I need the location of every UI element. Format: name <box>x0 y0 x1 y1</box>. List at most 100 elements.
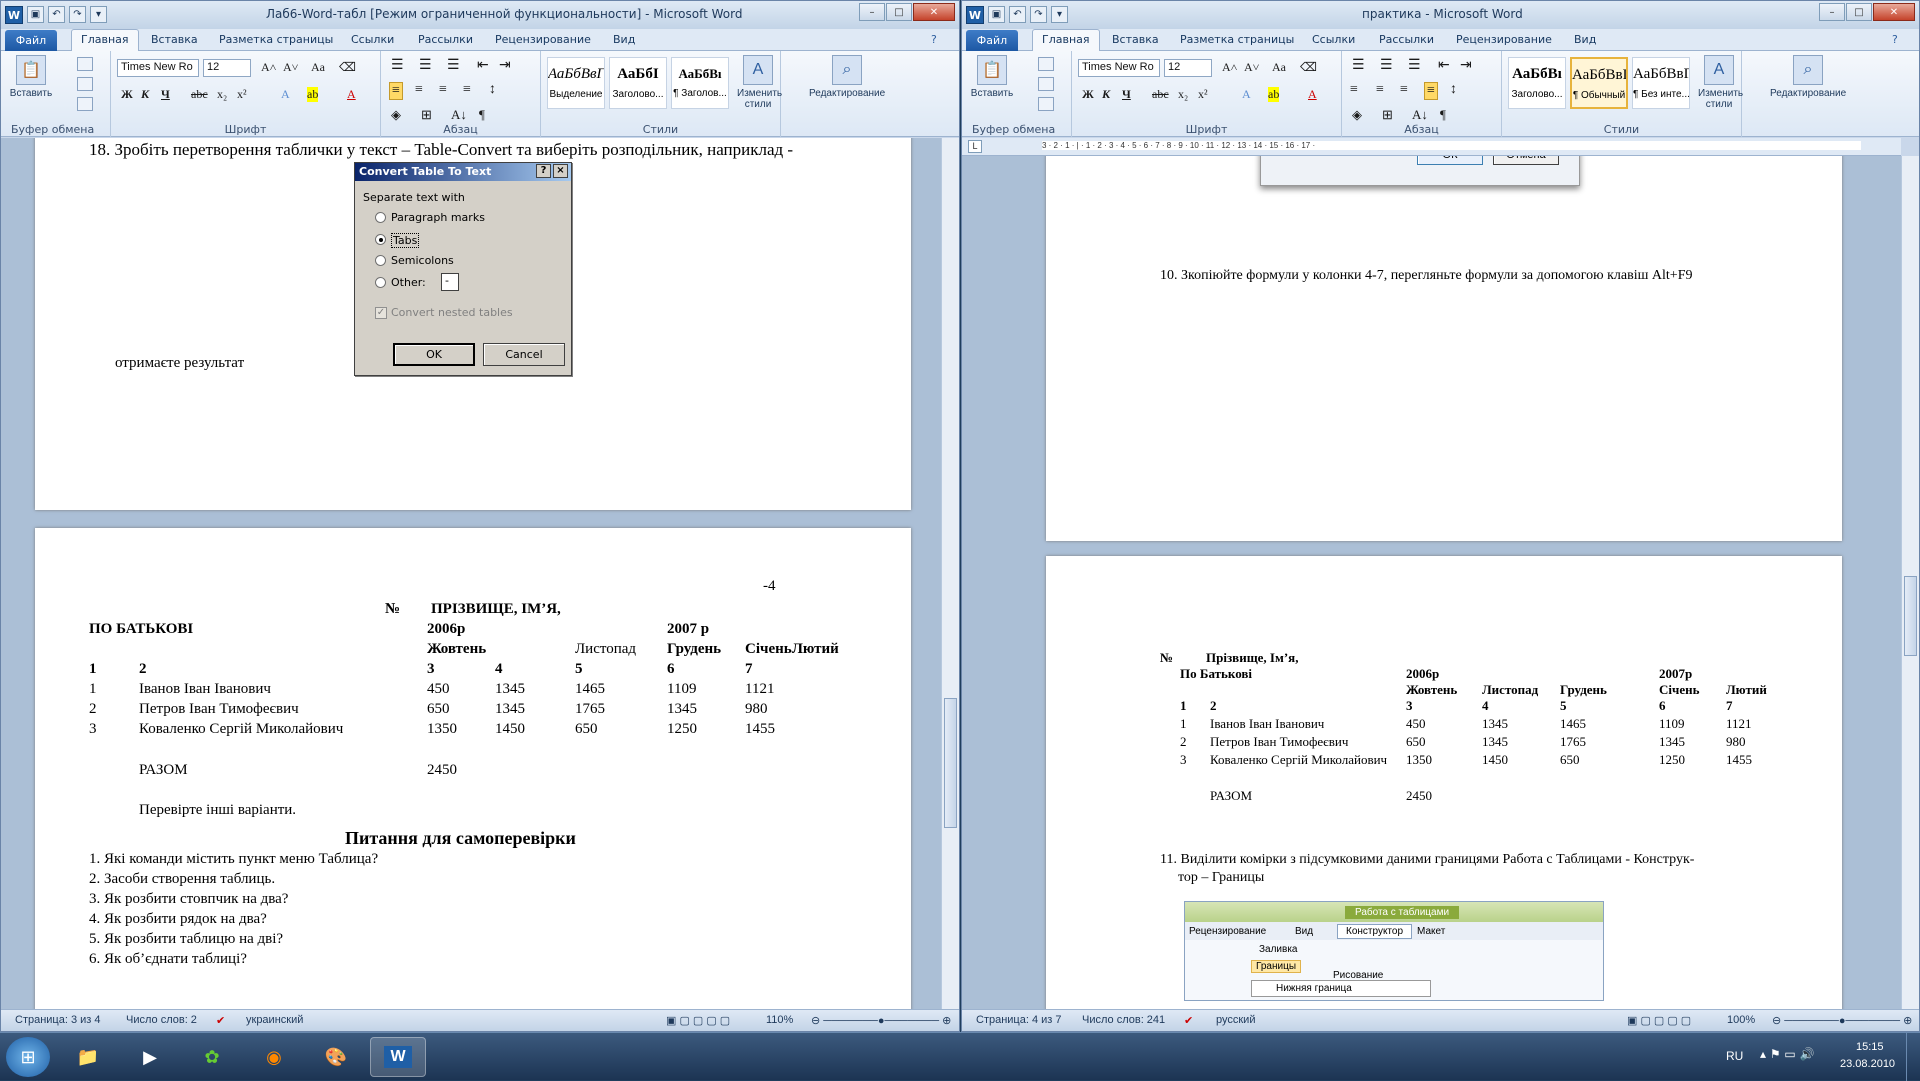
redo-icon[interactable]: ↷ <box>1030 6 1047 23</box>
tab-review[interactable]: Рецензирование <box>495 33 591 46</box>
align-left-icon[interactable]: ≡ <box>389 82 403 100</box>
decrease-indent-icon[interactable]: ⇤ <box>1438 57 1450 74</box>
editing-button[interactable]: ⌕ Редактирование <box>1770 55 1846 99</box>
font-name-field[interactable]: Times New Ro <box>117 59 199 77</box>
change-styles-button[interactable]: A Изменить стили <box>1698 55 1743 110</box>
help-button[interactable]: ? <box>536 164 551 178</box>
tab-insert[interactable]: Вставка <box>1112 33 1159 46</box>
align-center-icon[interactable]: ≡ <box>415 82 423 98</box>
italic-icon[interactable]: К <box>141 87 149 102</box>
underline-icon[interactable]: Ч <box>161 87 170 102</box>
style-item[interactable]: АаБбВı Заголово... <box>1508 57 1566 109</box>
style-item[interactable]: АаБбВı ¶ Заголов... <box>671 57 729 109</box>
font-size-field[interactable]: 12 <box>203 59 251 77</box>
grow-font-icon[interactable]: A˄ <box>261 60 276 75</box>
paint-icon[interactable]: 🎨 <box>308 1037 364 1077</box>
paragraph-marks-radio[interactable] <box>375 212 386 223</box>
language-indicator[interactable]: русский <box>1216 1014 1255 1026</box>
editing-button[interactable]: ⌕ Редактирование <box>809 55 885 99</box>
horizontal-ruler[interactable]: L 3 · 2 · 1 · | · 1 · 2 · 3 · 4 · 5 · 6 … <box>962 138 1901 156</box>
document-area[interactable]: ОК Отмена 10. Зкопіюйте формули у колонк… <box>962 156 1901 1011</box>
text-effects-icon[interactable]: A <box>1242 87 1251 102</box>
paste-button[interactable]: 📋 Вставить <box>9 55 53 99</box>
start-button[interactable]: ⊞ <box>6 1037 50 1077</box>
close-icon[interactable]: ✕ <box>1873 3 1915 21</box>
tab-review[interactable]: Рецензирование <box>1456 33 1552 46</box>
cut-icon[interactable] <box>77 57 93 71</box>
grow-font-icon[interactable]: A˄ <box>1222 60 1237 75</box>
maximize-icon[interactable]: □ <box>1846 3 1872 21</box>
shading-icon[interactable]: ◈ <box>1352 107 1362 123</box>
justify-icon[interactable]: ≡ <box>1424 82 1438 100</box>
style-item[interactable]: АаБбВвГ ¶ Без инте... <box>1632 57 1690 109</box>
word-logo-icon[interactable]: W <box>5 6 23 24</box>
borders-icon[interactable]: ⊞ <box>421 107 432 123</box>
numbering-icon[interactable]: ☰ <box>419 57 432 74</box>
clock-date[interactable]: 23.08.2010 <box>1840 1058 1895 1070</box>
subscript-icon[interactable]: x₂ <box>217 87 227 102</box>
multilevel-list-icon[interactable]: ☰ <box>447 57 460 74</box>
scrollbar-thumb[interactable] <box>1904 576 1917 656</box>
subscript-icon[interactable]: x₂ <box>1178 87 1188 102</box>
tab-view[interactable]: Вид <box>613 33 635 46</box>
zoom-slider[interactable]: ⊖ ───────●─────── ⊕ <box>1772 1014 1912 1027</box>
cut-icon[interactable] <box>1038 57 1054 71</box>
page-count[interactable]: Страница: 3 из 4 <box>15 1014 101 1026</box>
customize-qat-icon[interactable]: ▾ <box>90 6 107 23</box>
undo-icon[interactable]: ↶ <box>1009 6 1026 23</box>
tray-icons[interactable]: ▴ ⚑ ▭ 🔊 <box>1760 1047 1815 1061</box>
tab-file[interactable]: Файл <box>966 30 1018 51</box>
other-radio[interactable] <box>375 277 386 288</box>
maximize-icon[interactable]: □ <box>886 3 912 21</box>
borders-icon[interactable]: ⊞ <box>1382 107 1393 123</box>
bold-icon[interactable]: Ж <box>121 87 133 102</box>
multilevel-list-icon[interactable]: ☰ <box>1408 57 1421 74</box>
ok-button[interactable]: ОК <box>1417 156 1483 165</box>
show-marks-icon[interactable]: ¶ <box>479 107 485 123</box>
align-right-icon[interactable]: ≡ <box>1400 82 1408 98</box>
copy-icon[interactable] <box>1038 77 1054 91</box>
undo-icon[interactable]: ↶ <box>48 6 65 23</box>
bullets-icon[interactable]: ☰ <box>1352 57 1365 74</box>
dialog-close-button[interactable]: × <box>553 164 568 178</box>
tab-home[interactable]: Главная <box>1032 29 1100 52</box>
tab-page-layout[interactable]: Разметка страницы <box>1180 33 1294 46</box>
close-icon[interactable]: ✕ <box>913 3 955 21</box>
save-icon[interactable]: ▣ <box>27 6 44 23</box>
change-styles-button[interactable]: A Изменить стили <box>737 55 782 110</box>
customize-qat-icon[interactable]: ▾ <box>1051 6 1068 23</box>
media-player-icon[interactable]: ▶ <box>122 1037 178 1077</box>
copy-icon[interactable] <box>77 77 93 91</box>
italic-icon[interactable]: К <box>1102 87 1110 102</box>
style-item-selected[interactable]: АаБбВвГ ¶ Обычный <box>1570 57 1628 109</box>
tab-selector-icon[interactable]: L <box>968 140 982 153</box>
semicolons-radio[interactable] <box>375 255 386 266</box>
firefox-icon[interactable]: ◉ <box>246 1037 302 1077</box>
strikethrough-icon[interactable]: abc <box>191 87 208 102</box>
text-effects-icon[interactable]: A <box>281 87 290 102</box>
line-spacing-icon[interactable]: ↕ <box>489 82 496 98</box>
tab-mailings[interactable]: Рассылки <box>1379 33 1434 46</box>
shrink-font-icon[interactable]: A˅ <box>1244 60 1259 75</box>
language-indicator[interactable]: украинский <box>246 1014 303 1026</box>
view-buttons[interactable]: ▣ ▢ ▢ ▢ ▢ <box>666 1014 730 1027</box>
tab-page-layout[interactable]: Разметка страницы <box>219 33 333 46</box>
style-item[interactable]: АаБбІ Заголово... <box>609 57 667 109</box>
bold-icon[interactable]: Ж <box>1082 87 1094 102</box>
show-desktop-button[interactable] <box>1906 1033 1920 1081</box>
minimize-icon[interactable]: – <box>1819 3 1845 21</box>
word-count[interactable]: Число слов: 241 <box>1082 1014 1165 1026</box>
clear-format-icon[interactable]: ⌫ <box>1300 60 1317 75</box>
icq-icon[interactable]: ✿ <box>184 1037 240 1077</box>
highlight-icon[interactable]: ab <box>307 87 319 102</box>
paste-button[interactable]: 📋 Вставить <box>970 55 1014 99</box>
tab-references[interactable]: Ссылки <box>1312 33 1355 46</box>
style-item[interactable]: АаБбВвГ Выделение <box>547 57 605 109</box>
format-painter-icon[interactable] <box>1038 97 1054 111</box>
proofing-icon[interactable]: ✔ <box>216 1014 225 1027</box>
tabs-radio[interactable] <box>375 234 386 245</box>
word-count[interactable]: Число слов: 2 <box>126 1014 197 1026</box>
sort-icon[interactable]: A↓ <box>1412 107 1428 123</box>
show-marks-icon[interactable]: ¶ <box>1440 107 1446 123</box>
help-icon[interactable]: ? <box>931 33 937 46</box>
